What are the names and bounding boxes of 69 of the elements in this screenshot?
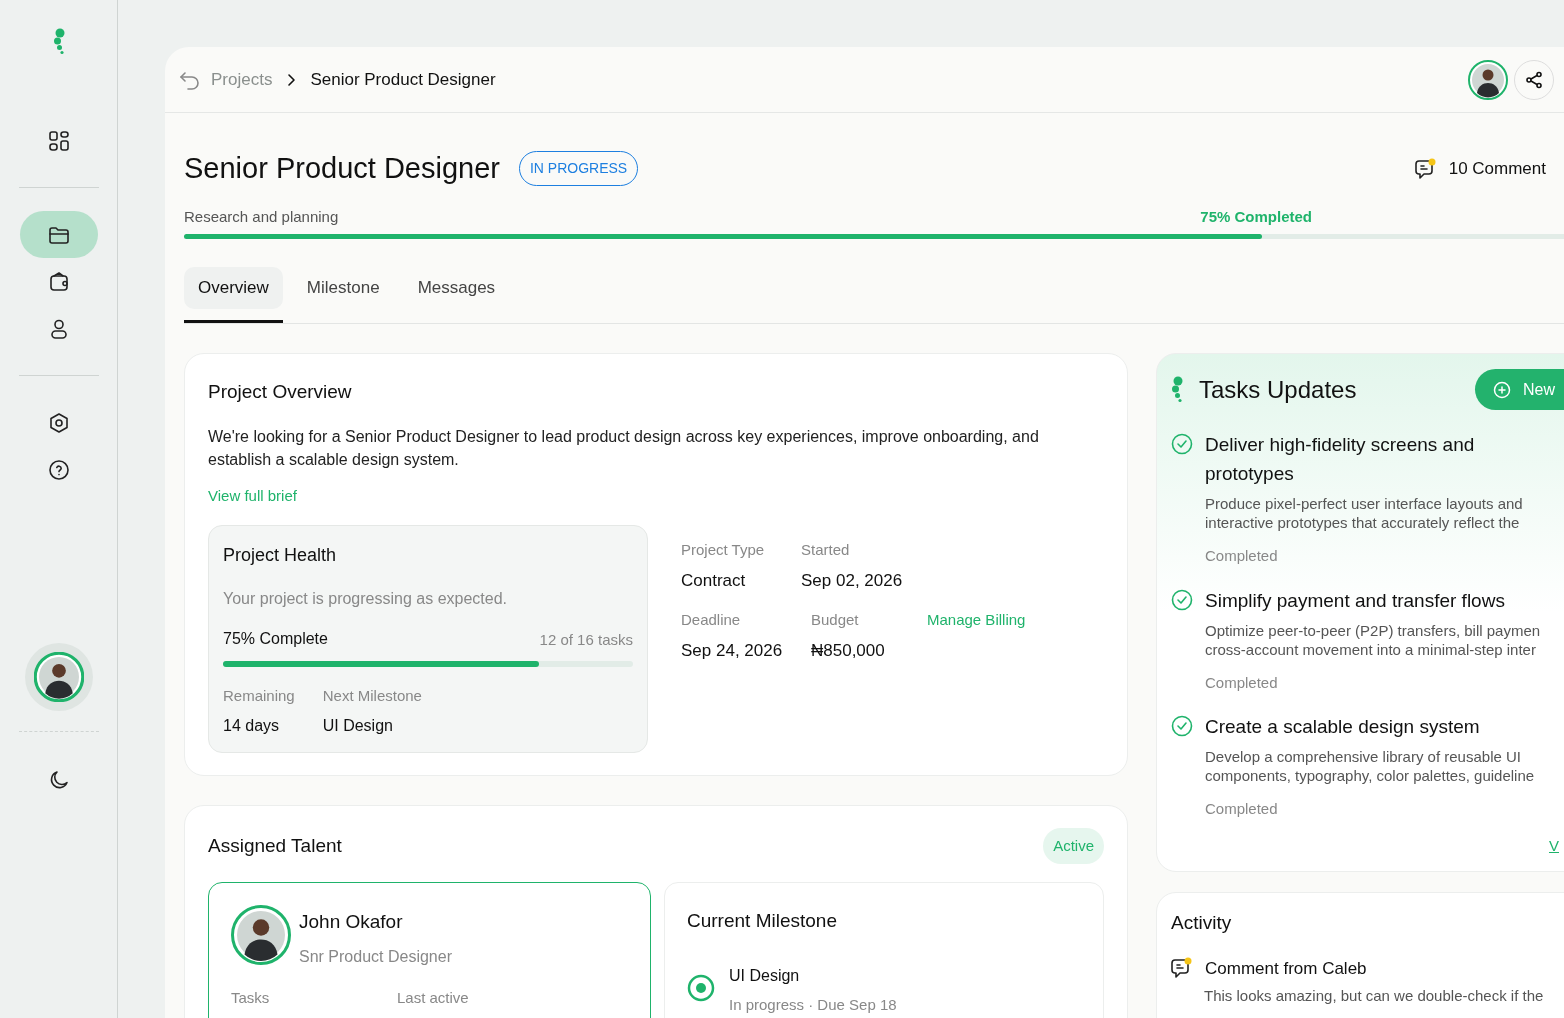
page-title: Senior Product Designer bbox=[184, 151, 500, 186]
breadcrumb-current: Senior Product Designer bbox=[310, 68, 496, 91]
section-title: Project Overview bbox=[208, 380, 353, 404]
task-description: Optimize peer-to-peer (P2P) transfers, bill paymen cross-account movement into a minimal-step inter bbox=[1205, 620, 1542, 659]
milestone-name: UI Design bbox=[729, 965, 801, 986]
card-title: Project Health bbox=[223, 544, 338, 567]
task-description: Develop a comprehensive library of reusable UI components, typography, color palettes, guideline bbox=[1205, 747, 1536, 785]
logo-icon bbox=[1171, 376, 1183, 403]
share-icon bbox=[1525, 70, 1543, 89]
talent-avatar bbox=[231, 905, 291, 965]
tab[interactable]: Overview bbox=[184, 267, 283, 309]
card-title: Current Milestone bbox=[687, 909, 838, 933]
new-task-button[interactable]: New bbox=[1475, 369, 1564, 410]
activity-title: Comment from Caleb bbox=[1205, 957, 1367, 980]
wallet-icon bbox=[47, 270, 70, 293]
breadcrumb-link[interactable]: Projects bbox=[211, 66, 273, 93]
profile-avatar bbox=[1468, 59, 1508, 100]
tab[interactable]: Messages bbox=[403, 267, 510, 309]
talent-role: Snr Product Designer bbox=[299, 946, 452, 967]
activity-text: This looks amazing, but can we double-check if the bbox=[1204, 986, 1545, 1006]
progress-label: 75% Completed bbox=[1200, 206, 1312, 227]
detail-label: Started bbox=[801, 540, 851, 560]
stat-value: UI Design bbox=[322, 715, 394, 736]
help-icon bbox=[47, 458, 70, 481]
task-description: Produce pixel-perfect user interface layouts and interactive prototypes that accurately reflect the bbox=[1205, 494, 1524, 532]
grid-icon bbox=[47, 129, 70, 152]
status-badge: Active bbox=[1043, 827, 1104, 864]
section-title: Activity bbox=[1171, 911, 1233, 935]
back-icon bbox=[179, 69, 201, 90]
section-title: Tasks Updates bbox=[1199, 374, 1357, 405]
talent-name: John Okafor bbox=[299, 910, 404, 934]
detail-label: Deadline bbox=[681, 610, 742, 630]
detail-label: Project Type bbox=[681, 540, 766, 560]
task-title: Deliver high-fidelity screens and prototypes bbox=[1205, 433, 1476, 486]
task-status: Completed bbox=[1205, 546, 1279, 566]
task-title: Create a scalable design system bbox=[1205, 715, 1481, 739]
radio-icon bbox=[687, 973, 715, 1002]
settings-icon bbox=[47, 411, 70, 434]
detail-label: Budget bbox=[811, 610, 860, 630]
view-brief-link[interactable]: View full brief bbox=[208, 484, 297, 507]
avatar bbox=[33, 652, 84, 702]
detail-value: Contract bbox=[681, 569, 747, 592]
task-title: Simplify payment and transfer flows bbox=[1205, 588, 1506, 613]
chevron-icon bbox=[286, 72, 297, 87]
manage-billing-link[interactable]: Manage Billing bbox=[927, 609, 1026, 632]
sidebar-item[interactable] bbox=[19, 211, 98, 258]
complete-label: 75% Complete bbox=[223, 629, 328, 649]
tab[interactable]: Milestone bbox=[292, 267, 394, 309]
task-status: Completed bbox=[1205, 672, 1279, 693]
health-message: Your project is progressing as expected. bbox=[223, 589, 508, 609]
comments-button[interactable]: 10 Comment bbox=[1414, 156, 1546, 182]
detail-value: Sep 02, 2026 bbox=[801, 569, 904, 592]
phase-label: Research and planning bbox=[184, 206, 339, 227]
stat-label: Remaining bbox=[223, 686, 295, 706]
task-status: Completed bbox=[1205, 799, 1279, 819]
logo-icon bbox=[52, 28, 65, 55]
tasks-count: 12 of 16 tasks bbox=[539, 629, 633, 650]
stat-value: 14 days bbox=[223, 715, 281, 736]
stat-label: Last active bbox=[397, 987, 470, 1008]
plus-icon bbox=[1493, 380, 1511, 399]
view-all-link[interactable]: V bbox=[1549, 834, 1559, 857]
detail-value: ₦850,000 bbox=[811, 639, 886, 662]
back-button[interactable] bbox=[179, 69, 201, 90]
stat-label: Tasks bbox=[231, 987, 271, 1008]
detail-value: Sep 24, 2026 bbox=[681, 639, 784, 662]
stat-label: Next Milestone bbox=[322, 686, 422, 706]
overview-text: We're looking for a Senior Product Designer to lead product design across key experiences, improve onboarding, and establish a scalable design system. bbox=[208, 426, 1040, 470]
milestone-meta: In progress · Due Sep 18 bbox=[729, 994, 897, 1015]
section-title: Assigned Talent bbox=[208, 833, 342, 858]
